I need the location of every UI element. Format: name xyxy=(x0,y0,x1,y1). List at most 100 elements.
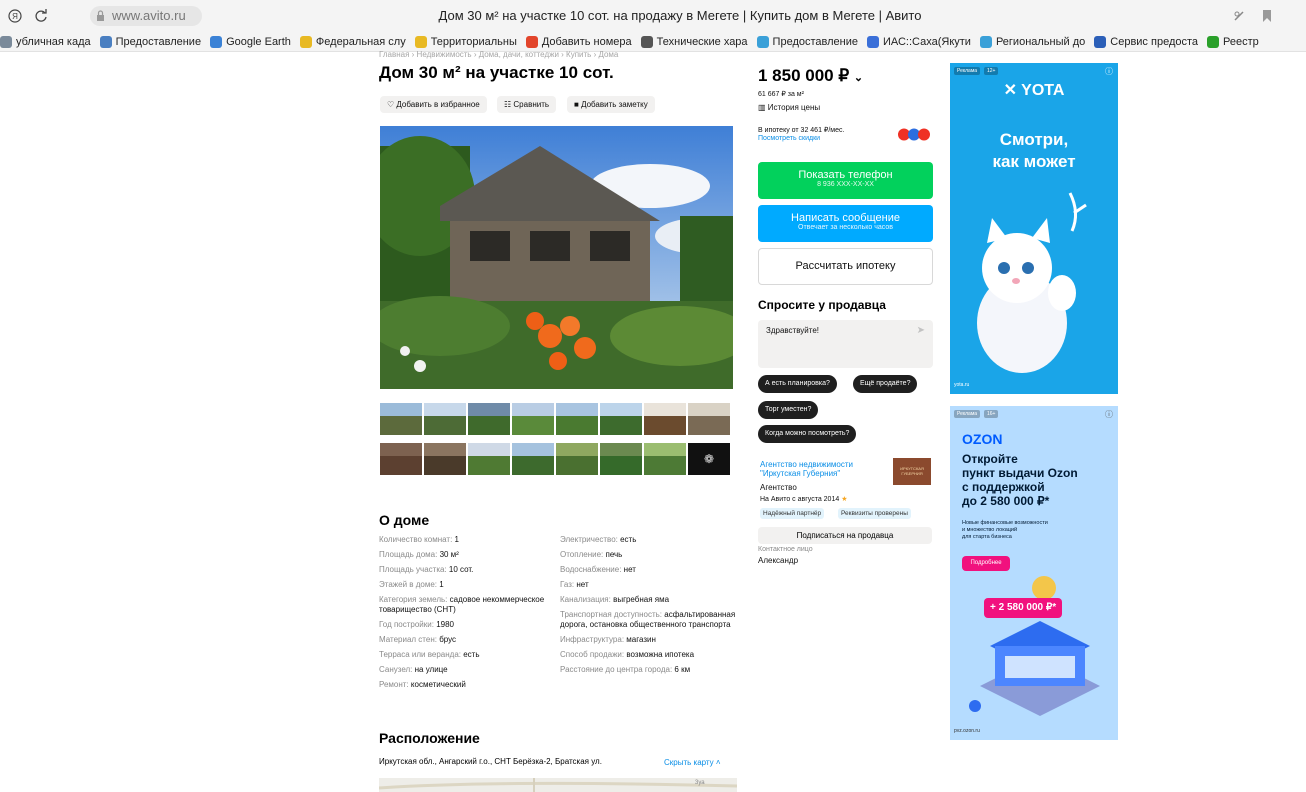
photo-thumbnail[interactable] xyxy=(468,403,510,435)
photo-thumbnail[interactable] xyxy=(556,403,598,435)
bookmark-item[interactable]: Предоставление xyxy=(756,32,858,51)
photo-thumbnail[interactable] xyxy=(688,403,730,435)
bookmark-label: Территориальны xyxy=(430,36,517,48)
heart-icon: ♡ xyxy=(387,100,397,109)
bookmark-favicon-icon xyxy=(979,36,992,48)
about-row-label: Способ продажи: xyxy=(560,650,627,659)
bookmark-item[interactable]: Технические хара xyxy=(640,32,748,51)
ozon-amount-badge: + 2 580 000 ₽* xyxy=(984,598,1063,618)
address-bar[interactable]: www.avito.ru xyxy=(90,6,202,26)
photo-thumbnail[interactable] xyxy=(512,443,554,475)
price-value: 1 850 000 ₽ xyxy=(758,66,850,85)
ozon-cta-button[interactable]: Подробнее xyxy=(962,556,1010,571)
bookmark-item[interactable]: ИАС::Саха(Якути xyxy=(866,32,971,51)
bookmarks-bar: убличная када Предоставление Google Earth Ф… xyxy=(0,32,1306,52)
about-row: Санузел: на улице xyxy=(379,665,554,675)
seller-name-link[interactable]: Агентство недвижимости "Иркутская Губерн… xyxy=(760,460,853,478)
compare-button[interactable]: ☷ Сравнить xyxy=(497,96,557,113)
photo-thumbnail[interactable] xyxy=(644,403,686,435)
bookmark-item[interactable]: Предоставление xyxy=(99,32,201,51)
favorite-label: Добавить в избранное xyxy=(396,100,480,109)
bookmark-item[interactable]: Реестр xyxy=(1207,32,1259,51)
photo-thumbnail[interactable] xyxy=(600,443,642,475)
hide-map-link[interactable]: Скрыть карту ˄ xyxy=(664,758,721,768)
about-heading: О доме xyxy=(379,512,430,528)
main-photo[interactable] xyxy=(380,126,733,389)
add-to-favorites-button[interactable]: ♡ Добавить в избранное xyxy=(380,96,487,113)
photo-thumbnail[interactable] xyxy=(556,443,598,475)
browser-toolbar: Я www.avito.ru Дом 30 м² на участке 10 с… xyxy=(0,0,1306,32)
calculate-mortgage-button[interactable]: Рассчитать ипотеку xyxy=(758,248,933,285)
photo-thumbnail[interactable] xyxy=(424,443,466,475)
about-row: Инфраструктура: магазин xyxy=(560,635,738,645)
about-right-column: Электричество: есть Отопление: печь Водосн… xyxy=(560,535,738,680)
ad-label: Реклама xyxy=(954,410,981,418)
info-icon[interactable]: ⓘ xyxy=(1105,409,1113,420)
quick-question-chip[interactable]: Когда можно посмотреть? xyxy=(758,425,857,443)
seller-logo[interactable]: ИРКУТСКАЯ ГУБЕРНИЯ xyxy=(893,458,931,485)
photo-thumbnail[interactable] xyxy=(600,403,642,435)
bookmark-label: убличная када xyxy=(16,36,91,48)
photo-thumbnail[interactable] xyxy=(644,443,686,475)
bookmark-item[interactable]: Сервис предоста xyxy=(1094,32,1198,51)
bookmark-item[interactable]: Региональный до xyxy=(979,32,1085,51)
bookmark-label: Google Earth xyxy=(226,36,291,48)
bookmark-item[interactable]: убличная када xyxy=(0,32,91,51)
bookmark-favicon-icon xyxy=(866,36,879,48)
quick-question-chip[interactable]: Торг уместен? xyxy=(758,401,819,419)
ozon-headline: Откройте пункт выдачи Ozon с поддержкой … xyxy=(962,452,1112,508)
about-row: Этажей в доме: 1 xyxy=(379,580,554,590)
price-history-link[interactable]: ▥ История цены xyxy=(758,103,820,112)
bookmark-item[interactable]: Федеральная слу xyxy=(299,32,406,51)
about-left-column: Количество комнат: 1 Площадь дома: 30 м² П… xyxy=(379,535,554,695)
add-note-button[interactable]: ■ Добавить заметку xyxy=(567,96,655,113)
photo-thumbnail[interactable] xyxy=(424,403,466,435)
discounts-link[interactable]: Посмотреть скидки xyxy=(758,135,820,142)
response-time: Отвечает за несколько часов xyxy=(798,224,893,231)
show-phone-button[interactable]: Показать телефон 8 936 XXX-XX-XX xyxy=(758,162,933,199)
yota-ad[interactable]: Реклама 12+ ⓘ ✕ YOTA Смотри, как может y… xyxy=(950,63,1118,394)
bookmark-item[interactable]: Google Earth xyxy=(210,32,291,51)
reload-icon[interactable] xyxy=(30,0,52,34)
about-row: Год постройки: 1980 xyxy=(379,620,554,630)
seller-message-input[interactable]: Здравствуйте! ➤ xyxy=(758,320,933,368)
bookmark-label: Реестр xyxy=(1223,36,1259,48)
yandex-icon[interactable]: Я xyxy=(4,0,26,34)
subscribe-seller-button[interactable]: Подписаться на продавца xyxy=(758,527,932,544)
about-row-label: Транспортная доступность: xyxy=(560,610,665,619)
extension-icon[interactable] xyxy=(1228,0,1250,33)
yota-headline-line1: Смотри, xyxy=(999,130,1069,149)
about-row-label: Водоснабжение: xyxy=(560,565,624,574)
seller-logo-text: ИРКУТСКАЯ ГУБЕРНИЯ xyxy=(900,466,924,476)
yota-logo: ✕ YOTA xyxy=(950,80,1118,100)
quick-question-chip[interactable]: А есть планировка? xyxy=(758,375,837,393)
bookmark-label: Предоставление xyxy=(772,36,858,48)
yota-domain: yota.ru xyxy=(954,382,970,388)
quick-question-chip[interactable]: Ещё продаёте? xyxy=(853,375,918,393)
info-icon[interactable]: ⓘ xyxy=(1105,66,1113,77)
age-badge: 12+ xyxy=(984,67,999,75)
kitten-illustration xyxy=(977,192,1087,373)
photo-thumbnail[interactable] xyxy=(380,403,422,435)
map[interactable]: 3уа xyxy=(378,778,738,792)
about-row-value: нет xyxy=(576,580,589,589)
photo-thumbnail[interactable] xyxy=(468,443,510,475)
breadcrumb[interactable]: Главная › Недвижимость › Дома, дачи, кот… xyxy=(379,50,618,59)
chevron-down-icon[interactable]: ⌄ xyxy=(854,72,863,84)
yota-headline-line2: как может xyxy=(992,152,1076,171)
ozon-ad[interactable]: Реклама 16+ ⓘ OZON Откройте пункт выдачи… xyxy=(950,406,1118,740)
bookmark-icon[interactable] xyxy=(1256,0,1278,33)
bank-logos-icon xyxy=(898,128,930,141)
photo-thumbnail[interactable] xyxy=(380,443,422,475)
about-row-label: Материал стен: xyxy=(379,635,440,644)
bookmark-item[interactable]: Добавить номера xyxy=(525,32,632,51)
send-icon[interactable]: ➤ xyxy=(917,325,925,336)
house-photo-image xyxy=(380,126,733,389)
more-photos-button[interactable]: ❁ xyxy=(688,443,730,475)
bookmark-favicon-icon xyxy=(525,36,538,48)
photo-thumbnail[interactable] xyxy=(512,403,554,435)
bookmark-label: Добавить номера xyxy=(541,36,632,48)
bookmark-favicon-icon xyxy=(99,36,112,48)
bookmark-item[interactable]: Территориальны xyxy=(414,32,517,51)
write-message-button[interactable]: Написать сообщение Отвечает за несколько… xyxy=(758,205,933,242)
